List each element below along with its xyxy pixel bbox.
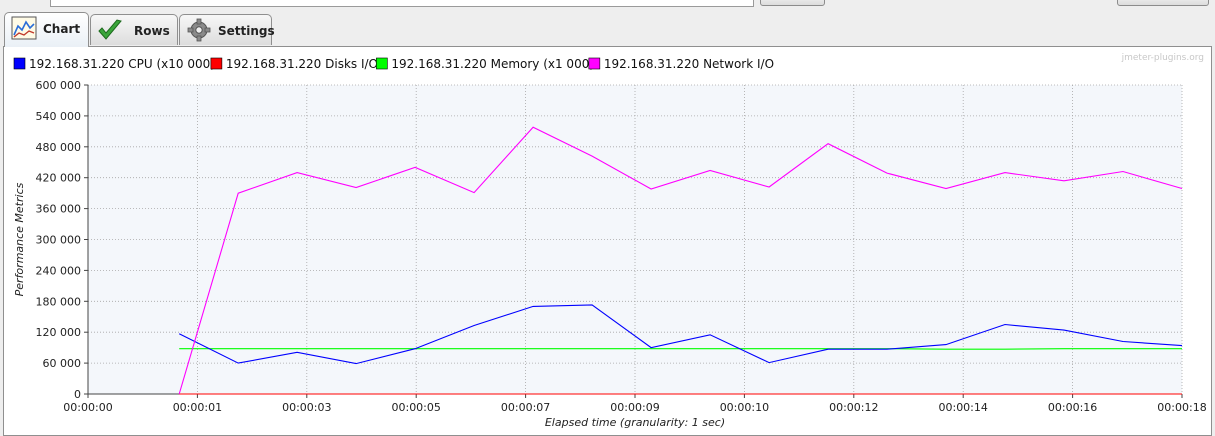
legend-label: 192.168.31.220 Disks I/O — [226, 57, 378, 71]
legend-label: 192.168.31.220 Memory (x1 000) — [391, 57, 594, 71]
x-tick-label: 00:00:00 — [63, 401, 112, 414]
y-tick-label: 180 000 — [36, 295, 82, 308]
legend-swatch — [588, 57, 601, 70]
legend-swatch — [210, 57, 223, 70]
tab-rows[interactable]: Rows — [90, 14, 178, 45]
x-tick-label: 00:00:07 — [501, 401, 550, 414]
series-line — [179, 348, 1182, 350]
tab-chart[interactable]: Chart — [4, 12, 89, 47]
legend-label: 192.168.31.220 CPU (x10 000) — [29, 57, 215, 71]
y-tick-label: 120 000 — [36, 326, 82, 339]
tab-rows-label: Rows — [134, 24, 170, 38]
y-tick-label: 240 000 — [36, 264, 82, 277]
performance-chart: jmeter-plugins.org 0 60 000 120 000 180 000 2… — [13, 53, 1207, 429]
x-tick-label: 00:00:09 — [610, 401, 659, 414]
tab-settings-label: Settings — [218, 24, 275, 38]
tab-settings[interactable]: Settings — [179, 14, 275, 45]
y-tick-label: 480 000 — [36, 141, 82, 154]
watermark: jmeter-plugins.org — [1121, 53, 1204, 63]
legend-swatch — [376, 57, 388, 70]
y-tick-label: 300 000 — [36, 234, 82, 247]
y-tick-label: 0 — [74, 388, 81, 401]
checkmark-icon — [98, 19, 122, 40]
x-tick-label: 00:00:16 — [1048, 401, 1097, 414]
y-tick-label: 540 000 — [36, 110, 82, 123]
x-tick-label: 00:00:03 — [282, 401, 331, 414]
y-tick-label: 420 000 — [36, 172, 82, 185]
legend-swatch — [13, 57, 26, 70]
filename-field[interactable] — [50, 0, 754, 7]
y-tick-label: 360 000 — [36, 203, 82, 216]
top-toolbar — [0, 0, 1215, 12]
x-axis-label: Elapsed time (granularity: 1 sec) — [545, 416, 725, 429]
x-tick-label: 00:00:18 — [1157, 401, 1206, 414]
chart-icon — [11, 16, 37, 40]
x-tick-label: 00:00:05 — [391, 401, 440, 414]
gear-icon — [187, 18, 211, 42]
x-tick-label: 00:00:14 — [938, 401, 987, 414]
chart-panel: jmeter-plugins.org 0 60 000 120 000 180 000 2… — [3, 46, 1212, 436]
y-tick-label: 60 000 — [43, 357, 82, 370]
browse-button[interactable] — [760, 0, 825, 6]
y-tick-label: 600 000 — [36, 79, 82, 92]
y-axis-label: Performance Metrics — [13, 182, 26, 296]
legend-label: 192.168.31.220 Network I/O — [604, 57, 774, 71]
x-tick-label: 00:00:12 — [829, 401, 878, 414]
tab-chart-label: Chart — [43, 22, 81, 36]
toolbar-button[interactable] — [1117, 0, 1209, 6]
x-tick-label: 00:00:10 — [720, 401, 769, 414]
x-tick-label: 00:00:01 — [173, 401, 222, 414]
